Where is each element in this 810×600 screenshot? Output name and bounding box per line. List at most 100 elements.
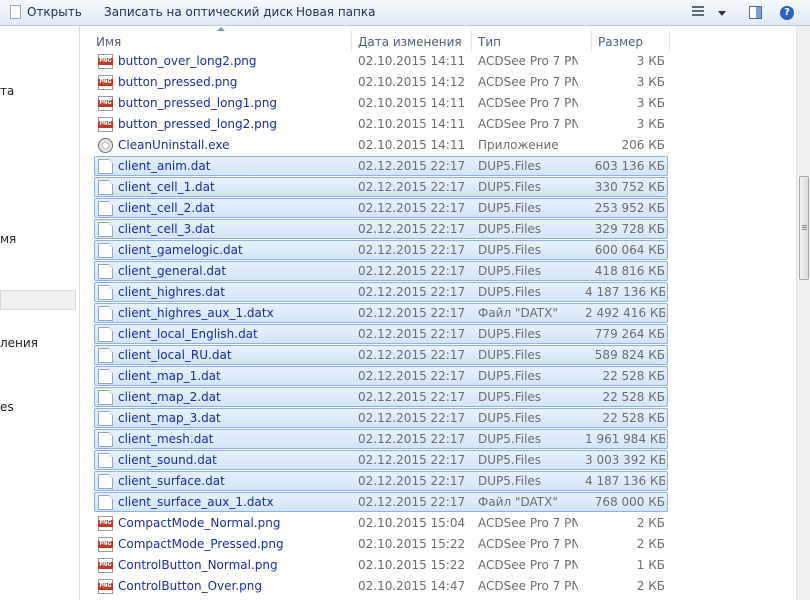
file-row[interactable]: client_cell_2.dat 02.12.2015 22:17 DUP5.Fi… — [94, 198, 668, 218]
file-row[interactable]: client_local_RU.dat 02.12.2015 22:17 DUP5.… — [94, 345, 668, 365]
nav-item-fragment[interactable]: ления — [0, 336, 38, 350]
file-name: client_highres.dat — [118, 285, 225, 299]
file-name: client_mesh.dat — [118, 432, 214, 446]
nav-item-fragment[interactable]: es — [0, 400, 14, 414]
file-name: client_cell_3.dat — [118, 222, 215, 236]
nav-item-fragment[interactable]: мя — [0, 232, 16, 246]
file-row[interactable]: client_gamelogic.dat 02.12.2015 22:17 DUP5… — [94, 240, 668, 260]
file-date: 02.12.2015 22:17 — [358, 432, 466, 446]
file-row[interactable]: client_surface.dat 02.12.2015 22:17 DUP5.F… — [94, 471, 668, 491]
file-row[interactable]: client_highres_aux_1.datx 02.12.2015 22:1… — [94, 303, 668, 323]
file-type: DUP5.Files — [478, 411, 542, 425]
file-date: 02.12.2015 22:17 — [358, 201, 466, 215]
file-name: ControlButton_Normal.png — [118, 558, 278, 572]
file-row[interactable]: client_cell_3.dat 02.12.2015 22:17 DUP5.Fi… — [94, 219, 668, 239]
png-file-icon — [98, 75, 113, 90]
file-row[interactable]: client_highres.dat 02.12.2015 22:17 DUP5.F… — [94, 282, 668, 302]
file-size: 3 003 392 КБ — [585, 453, 665, 467]
file-date: 02.12.2015 22:17 — [358, 327, 466, 341]
file-row[interactable]: client_local_English.dat 02.12.2015 22:17… — [94, 324, 668, 344]
file-row[interactable]: button_pressed.png 02.10.2015 14:12 ACDSee… — [94, 72, 668, 92]
file-date: 02.10.2015 15:22 — [358, 537, 466, 551]
scrollbar-thumb[interactable] — [799, 176, 809, 280]
file-name: client_gamelogic.dat — [118, 243, 243, 257]
dat-file-icon — [98, 432, 113, 447]
file-row[interactable]: client_sound.dat 02.12.2015 22:17 DUP5.Fil… — [94, 450, 668, 470]
file-name: client_local_RU.dat — [118, 348, 232, 362]
file-row[interactable]: client_general.dat 02.12.2015 22:17 DUP5.F… — [94, 261, 668, 281]
dat-file-icon — [98, 474, 113, 489]
dat-file-icon — [98, 411, 113, 426]
file-row[interactable]: button_pressed_long2.png 02.10.2015 14:11… — [94, 114, 668, 134]
nav-selected-item[interactable] — [0, 290, 76, 310]
column-type-header[interactable]: Тип — [472, 30, 592, 52]
file-row[interactable]: client_anim.dat 02.12.2015 22:17 DUP5.File… — [94, 156, 668, 176]
file-name: CompactMode_Pressed.png — [118, 537, 284, 551]
file-row[interactable]: client_map_3.dat 02.12.2015 22:17 DUP5.Fil… — [94, 408, 668, 428]
file-row[interactable]: CompactMode_Normal.png 02.10.2015 15:04 AC… — [94, 513, 668, 533]
file-type: Приложение — [478, 138, 559, 152]
file-size: 1 961 984 КБ — [585, 432, 665, 446]
file-size: 768 000 КБ — [594, 495, 665, 509]
dat-file-icon — [98, 222, 113, 237]
column-date-header[interactable]: Дата изменения — [352, 30, 472, 52]
file-row[interactable]: button_over_long2.png 02.10.2015 14:11 ACD… — [94, 51, 668, 71]
help-icon[interactable]: ? — [780, 6, 794, 20]
dat-file-icon — [98, 201, 113, 216]
file-name: client_surface.dat — [118, 474, 225, 488]
burn-disc-button[interactable]: Записать на оптический диск — [104, 0, 293, 25]
file-type: Файл "DATX" — [478, 495, 558, 509]
vertical-scrollbar[interactable] — [796, 26, 810, 600]
file-name: client_map_3.dat — [118, 411, 221, 425]
file-row[interactable]: ControlButton_Normal.png 02.10.2015 15:22… — [94, 555, 668, 575]
file-type: DUP5.Files — [478, 243, 542, 257]
preview-pane-icon[interactable] — [749, 6, 762, 19]
file-size: 330 752 КБ — [594, 180, 665, 194]
file-size: 418 816 КБ — [594, 264, 665, 278]
file-type: ACDSee Pro 7 PN... — [478, 558, 578, 572]
file-type: DUP5.Files — [478, 180, 542, 194]
file-type: DUP5.Files — [478, 390, 542, 404]
file-size: 206 КБ — [621, 138, 665, 152]
file-name: client_cell_1.dat — [118, 180, 215, 194]
file-size: 4 187 136 КБ — [585, 474, 665, 488]
png-file-icon — [98, 516, 113, 531]
column-name-header[interactable]: Имя — [90, 30, 352, 52]
new-folder-button[interactable]: Новая папка — [296, 0, 375, 25]
file-row[interactable]: client_cell_1.dat 02.12.2015 22:17 DUP5.Fi… — [94, 177, 668, 197]
file-size: 3 КБ — [636, 117, 665, 131]
dat-file-icon — [98, 327, 113, 342]
file-name: CompactMode_Normal.png — [118, 516, 281, 530]
file-date: 02.10.2015 14:11 — [358, 117, 466, 131]
file-size: 2 КБ — [636, 516, 665, 530]
file-date: 02.10.2015 14:11 — [358, 54, 466, 68]
file-row[interactable]: CompactMode_Pressed.png 02.10.2015 15:22 A… — [94, 534, 668, 554]
file-row[interactable]: client_map_2.dat 02.12.2015 22:17 DUP5.Fil… — [94, 387, 668, 407]
file-name: client_sound.dat — [118, 453, 217, 467]
file-type: DUP5.Files — [478, 285, 542, 299]
file-date: 02.12.2015 22:17 — [358, 390, 466, 404]
change-view-icon[interactable] — [692, 6, 704, 18]
file-date: 02.12.2015 22:17 — [358, 453, 466, 467]
file-row[interactable]: client_map_1.dat 02.12.2015 22:17 DUP5.Fil… — [94, 366, 668, 386]
file-row[interactable]: CleanUninstall.exe 02.10.2015 14:11 Прилож… — [94, 135, 668, 155]
view-options-chevron-icon[interactable] — [718, 11, 726, 16]
file-row[interactable]: client_surface_aux_1.datx 02.12.2015 22:1… — [94, 492, 668, 512]
navigation-pane: та мя ления es — [0, 26, 80, 600]
file-size: 2 КБ — [636, 537, 665, 551]
nav-item-fragment[interactable]: та — [0, 84, 14, 98]
file-row[interactable]: client_mesh.dat 02.12.2015 22:17 DUP5.File… — [94, 429, 668, 449]
file-row[interactable]: button_pressed_long1.png 02.10.2015 14:11… — [94, 93, 668, 113]
file-type: DUP5.Files — [478, 159, 542, 173]
file-date: 02.10.2015 14:11 — [358, 96, 466, 110]
file-name: client_surface_aux_1.datx — [118, 495, 274, 509]
open-button[interactable]: Открыть — [27, 0, 82, 25]
file-date: 02.12.2015 22:17 — [358, 159, 466, 173]
file-row[interactable]: ControlButton_Over.png 02.10.2015 14:47 AC… — [94, 576, 668, 596]
png-file-icon — [98, 558, 113, 573]
column-size-header[interactable]: Размер — [592, 30, 670, 52]
file-date: 02.10.2015 15:22 — [358, 558, 466, 572]
file-type: DUP5.Files — [478, 369, 542, 383]
file-date: 02.12.2015 22:17 — [358, 180, 466, 194]
file-type: Файл "DATX" — [478, 306, 558, 320]
